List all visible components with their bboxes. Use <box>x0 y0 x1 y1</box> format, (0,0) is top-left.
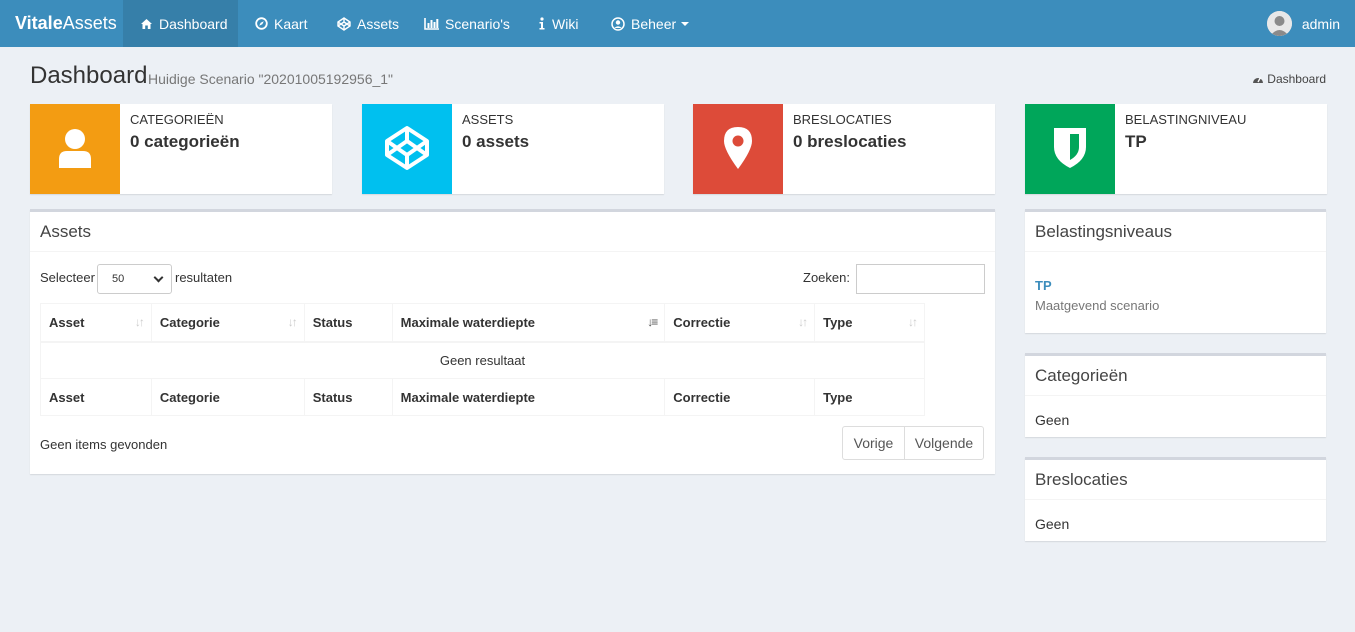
info-box-icon-bg <box>1025 104 1115 194</box>
select-suffix-label: resultaten <box>175 270 233 285</box>
info-box-belastingniveau: BELASTINGNIVEAU TP <box>1025 104 1327 194</box>
info-box-label: ASSETS <box>462 112 514 127</box>
footer-correctie: Correctie <box>664 378 816 416</box>
user-circle-icon <box>611 16 625 31</box>
info-box-value: 0 assets <box>462 132 530 151</box>
categorieen-text: Geen <box>1035 412 1070 428</box>
info-box-assets: ASSETS 0 assets <box>362 104 664 194</box>
map-marker-icon <box>723 126 753 173</box>
column-header-type[interactable]: Type ↓↑ <box>814 303 925 343</box>
codepen-icon <box>383 124 431 175</box>
codepen-icon <box>337 16 351 31</box>
shield-icon <box>1053 127 1087 172</box>
categorieen-box: Categorieën Geen <box>1025 353 1326 437</box>
info-icon <box>538 17 546 30</box>
sort-desc-icon: ↓≡ <box>647 315 658 329</box>
belastingsniveau-link[interactable]: TP <box>1035 278 1052 293</box>
info-box-value: TP <box>1125 132 1147 151</box>
column-header-correctie[interactable]: Correctie ↓↑ <box>664 303 816 343</box>
breslocaties-text: Geen <box>1035 516 1070 532</box>
nav-beheer-dropdown[interactable]: Beheer <box>594 0 706 47</box>
page-subtitle: Huidige Scenario "20201005192956_1" <box>148 71 394 87</box>
dashboard-icon <box>140 18 153 30</box>
categorieen-title: Categorieën <box>1025 356 1326 396</box>
avatar <box>1266 11 1292 36</box>
nav-assets[interactable]: Assets <box>320 0 416 47</box>
search-input[interactable] <box>856 264 985 294</box>
brand-logo[interactable]: VitaleAssets <box>15 12 117 34</box>
page-title: Dashboard <box>30 62 148 89</box>
user-name: admin <box>1301 15 1340 32</box>
footer-status: Status <box>303 378 393 416</box>
info-box-value: 0 breslocaties <box>793 132 907 151</box>
previous-page-button[interactable]: Vorige <box>842 426 905 460</box>
belastingsniveaus-box: Belastingsniveaus TP Maatgevend scenario <box>1025 209 1326 333</box>
column-header-asset[interactable]: Asset ↓↑ <box>40 303 152 343</box>
chevron-down-icon <box>681 21 690 26</box>
nav-wiki[interactable]: Wiki <box>521 0 595 47</box>
column-header-maximale-waterdiepte[interactable]: Maximale waterdiepte ↓≡ <box>391 303 666 343</box>
compass-icon <box>255 17 268 30</box>
column-header-categorie[interactable]: Categorie ↓↑ <box>150 303 305 343</box>
nav-kaart[interactable]: Kaart <box>238 0 324 47</box>
next-page-button[interactable]: Volgende <box>904 426 984 460</box>
select-prefix-label: Selecteer <box>40 270 95 285</box>
belastingsniveaus-title: Belastingsniveaus <box>1025 212 1326 252</box>
info-box-icon-bg <box>693 104 783 194</box>
info-box-categorieen: CATEGORIEËN 0 categorieën <box>30 104 332 194</box>
info-box-label: BRESLOCATIES <box>793 112 892 127</box>
results-per-page-select[interactable]: 50 <box>97 264 172 294</box>
user-menu[interactable]: admin <box>1266 0 1340 47</box>
nav-dashboard[interactable]: Dashboard <box>123 0 238 47</box>
chevron-down-icon <box>153 272 164 283</box>
info-box-label: BELASTINGNIVEAU <box>1125 112 1247 127</box>
info-box-breslocaties: BRESLOCATIES 0 breslocaties <box>693 104 995 194</box>
footer-categorie: Categorie <box>150 378 305 416</box>
assets-table: Asset ↓↑ Categorie ↓↑ Status Maximale wate… <box>40 303 925 416</box>
search-label: Zoeken: <box>803 270 850 285</box>
assets-box: Assets Selecteer 50 resultaten Zoeken: A… <box>30 209 995 474</box>
table-info-text: Geen items gevonden <box>40 437 168 452</box>
info-box-icon-bg <box>362 104 452 194</box>
breslocaties-title: Breslocaties <box>1025 460 1326 500</box>
belastingsniveau-description: Maatgevend scenario <box>1035 298 1160 313</box>
footer-asset: Asset <box>40 378 152 416</box>
sort-icon: ↓↑ <box>134 315 145 329</box>
dashboard-icon <box>1252 74 1264 84</box>
info-box-label: CATEGORIEËN <box>130 112 224 127</box>
user-icon <box>58 128 92 171</box>
assets-box-title: Assets <box>30 212 995 252</box>
sort-icon: ↓↑ <box>908 315 918 329</box>
info-box-value: 0 categorieën <box>130 132 240 151</box>
column-header-status: Status <box>303 303 393 343</box>
breslocaties-box: Breslocaties Geen <box>1025 457 1326 541</box>
nav-scenarios[interactable]: Scenario's <box>407 0 527 47</box>
bar-chart-icon <box>424 17 439 30</box>
info-box-icon-bg <box>30 104 120 194</box>
table-row: Geen resultaat <box>40 341 925 379</box>
top-navbar: VitaleAssets Dashboard Kaart Assets Scen… <box>0 0 1355 47</box>
footer-maximale-waterdiepte: Maximale waterdiepte <box>391 378 666 416</box>
footer-type: Type <box>814 378 925 416</box>
empty-table-message: Geen resultaat <box>40 341 925 379</box>
sort-icon: ↓↑ <box>287 315 298 329</box>
sort-icon: ↓↑ <box>798 315 808 329</box>
breadcrumb[interactable]: Dashboard <box>1252 72 1326 86</box>
